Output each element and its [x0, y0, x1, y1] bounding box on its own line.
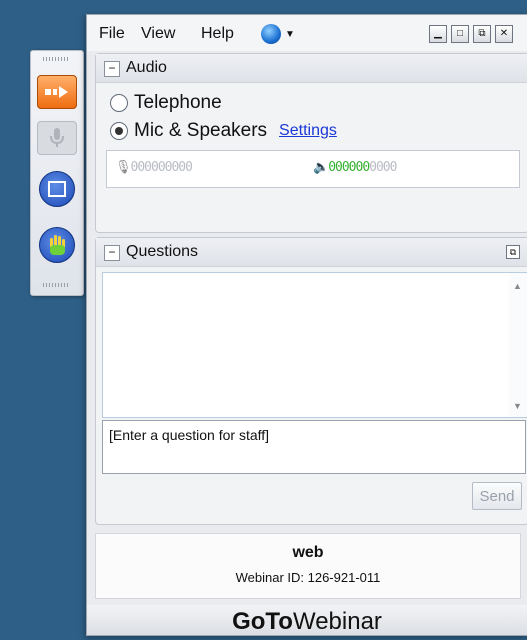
drag-grip[interactable] — [43, 57, 69, 61]
screen-share-icon — [48, 181, 66, 197]
show-hide-button[interactable] — [37, 75, 77, 109]
audio-title: Audio — [126, 59, 167, 76]
microphone-icon: 🎙 — [115, 160, 131, 175]
settings-link[interactable]: Settings — [279, 122, 337, 140]
telephone-label: Telephone — [134, 92, 222, 113]
popout-button[interactable]: ⧉ — [473, 25, 491, 43]
mic-speakers-radio[interactable] — [110, 122, 128, 140]
speaker-level-meter: 🔈0000000000 — [313, 160, 397, 175]
maximize-button[interactable]: □ — [451, 25, 469, 43]
send-button[interactable]: Send — [472, 482, 522, 510]
telephone-option[interactable]: Telephone — [110, 92, 222, 114]
brand-logo: GoToWebinar — [87, 605, 527, 635]
questions-panel: − Questions ⧉ ▲ ▼ Send — [95, 237, 527, 525]
control-panel — [30, 50, 84, 296]
questions-title: Questions — [126, 243, 199, 260]
menu-file[interactable]: File — [99, 25, 125, 43]
raise-hand-icon — [50, 235, 65, 255]
webinar-info: web Webinar ID: 126-921-011 — [95, 533, 521, 599]
webinar-id: Webinar ID: 126-921-011 — [235, 570, 381, 585]
chevron-down-icon[interactable]: ▼ — [285, 29, 295, 40]
questions-log[interactable]: ▲ ▼ — [102, 272, 527, 418]
mic-speakers-label: Mic & Speakers — [134, 120, 268, 141]
scroll-up-icon[interactable]: ▲ — [513, 281, 522, 291]
gotowebinar-window: File View Help ▼ ▁ □ ⧉ ✕ − Audio Telepho… — [86, 14, 527, 636]
popout-icon[interactable]: ⧉ — [506, 245, 520, 259]
raise-hand-button[interactable] — [39, 227, 75, 263]
microphone-icon — [50, 128, 64, 147]
telephone-radio[interactable] — [110, 94, 128, 112]
drag-grip[interactable] — [43, 283, 69, 287]
mute-mic-button[interactable] — [37, 121, 77, 155]
mic-speakers-option[interactable]: Mic & Speakers Settings — [110, 120, 337, 142]
menu-bar: File View Help ▼ ▁ □ ⧉ ✕ — [87, 15, 527, 51]
scroll-down-icon[interactable]: ▼ — [513, 401, 522, 411]
close-button[interactable]: ✕ — [495, 25, 513, 43]
audio-panel: − Audio Telephone Mic & Speakers Setting… — [95, 53, 527, 233]
question-input[interactable] — [102, 420, 526, 474]
minimize-button[interactable]: ▁ — [429, 25, 447, 43]
speaker-icon: 🔈 — [313, 160, 329, 175]
questions-header: − Questions ⧉ — [96, 238, 527, 267]
questions-collapse-button[interactable]: − — [104, 245, 120, 261]
menu-view[interactable]: View — [141, 25, 175, 43]
menu-help[interactable]: Help — [201, 25, 234, 43]
audio-collapse-button[interactable]: − — [104, 61, 120, 77]
orange-arrow-icon — [45, 86, 68, 98]
questions-scrollbar[interactable]: ▲ ▼ — [509, 273, 527, 417]
webinar-name: web — [292, 544, 324, 561]
audio-meters: 🎙000000000 🔈0000000000 — [106, 150, 520, 188]
mic-level-meter: 🎙000000000 — [115, 160, 193, 175]
background-strip — [0, 0, 18, 640]
globe-icon[interactable] — [261, 24, 281, 44]
screen-share-button[interactable] — [39, 171, 75, 207]
audio-header: − Audio — [96, 54, 527, 83]
